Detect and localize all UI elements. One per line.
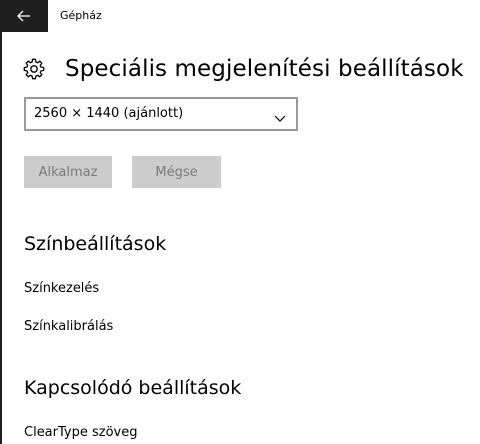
apply-button[interactable]: Alkalmaz — [24, 156, 112, 188]
page-header: Speciális megjelenítési beállítások — [22, 56, 464, 82]
chevron-down-icon — [274, 108, 286, 127]
title-bar: Gépház — [0, 0, 480, 32]
cancel-button[interactable]: Mégse — [132, 156, 221, 188]
resolution-selected-value: 2560 × 1440 (ajánlott) — [34, 106, 184, 121]
cleartype-text-link[interactable]: ClearType szöveg — [24, 425, 137, 440]
page-title: Speciális megjelenítési beállítások — [65, 56, 464, 82]
back-button[interactable] — [0, 0, 48, 32]
app-title: Gépház — [60, 9, 102, 22]
window-left-border — [0, 32, 2, 444]
back-arrow-icon — [17, 10, 30, 22]
related-settings-heading: Kapcsolódó beállítások — [24, 377, 242, 399]
color-calibration-link[interactable]: Színkalibrálás — [24, 319, 113, 334]
color-management-link[interactable]: Színkezelés — [24, 281, 99, 296]
color-settings-heading: Színbeállítások — [24, 233, 167, 255]
resolution-dropdown[interactable]: 2560 × 1440 (ajánlott) — [24, 97, 298, 131]
gear-icon — [22, 57, 46, 81]
